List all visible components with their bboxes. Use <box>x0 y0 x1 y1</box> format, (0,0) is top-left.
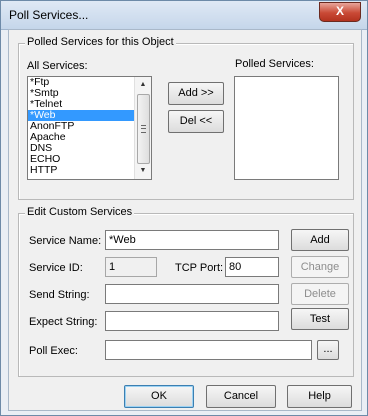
change-button[interactable]: Change <box>291 256 349 278</box>
browse-button[interactable]: ... <box>317 340 339 360</box>
polled-services-legend: Polled Services for this Object <box>25 36 176 48</box>
polled-services-group: Polled Services for this Object All Serv… <box>18 36 354 200</box>
grip-icon <box>141 125 146 133</box>
edit-custom-services-group: Edit Custom Services Service Name: *Web … <box>18 206 354 377</box>
all-services-list[interactable]: *Ftp *Smtp *Telnet *Web AnonFTP Apache DNS ECHO… <box>27 76 152 180</box>
title-bar: Poll Services... X <box>1 1 367 30</box>
close-button[interactable]: X <box>319 2 361 22</box>
add-custom-button[interactable]: Add <box>291 229 349 251</box>
all-services-items: *Ftp *Smtp *Telnet *Web AnonFTP Apache DNS ECHO… <box>28 77 151 176</box>
send-string-label: Send String: <box>29 289 90 301</box>
cancel-button[interactable]: Cancel <box>206 385 276 408</box>
add-service-button[interactable]: Add >> <box>168 82 224 105</box>
window-title: Poll Services... <box>9 8 89 22</box>
poll-exec-label: Poll Exec: <box>29 345 78 357</box>
dialog-client-area: Polled Services for this Object All Serv… <box>8 29 362 411</box>
edit-custom-services-legend: Edit Custom Services <box>25 206 135 218</box>
polled-services-list[interactable] <box>234 76 339 180</box>
list-item[interactable]: HTTP <box>28 165 151 176</box>
polled-services-label: Polled Services: <box>235 58 314 70</box>
delete-button[interactable]: Delete <box>291 283 349 305</box>
poll-services-dialog: Poll Services... X Polled Services for t… <box>0 0 368 416</box>
service-id-label: Service ID: <box>29 262 83 274</box>
service-name-field[interactable]: *Web <box>105 230 279 250</box>
service-name-label: Service Name: <box>29 235 102 247</box>
service-id-field: 1 <box>105 257 157 277</box>
all-services-scrollbar[interactable]: ▲ ▼ <box>134 77 151 179</box>
arrow-down-icon[interactable]: ▼ <box>135 163 151 179</box>
arrow-up-icon[interactable]: ▲ <box>135 77 151 93</box>
tcp-port-field[interactable]: 80 <box>225 257 279 277</box>
expect-string-field[interactable] <box>105 311 279 331</box>
del-service-button[interactable]: Del << <box>168 110 224 133</box>
all-services-label: All Services: <box>27 60 88 72</box>
test-button[interactable]: Test <box>291 308 349 330</box>
poll-exec-field[interactable] <box>105 340 312 360</box>
scrollbar-thumb[interactable] <box>137 94 150 164</box>
ok-button[interactable]: OK <box>124 385 194 408</box>
expect-string-label: Expect String: <box>29 316 98 328</box>
tcp-port-label: TCP Port: <box>175 262 224 274</box>
help-button[interactable]: Help <box>287 385 352 408</box>
send-string-field[interactable] <box>105 284 279 304</box>
